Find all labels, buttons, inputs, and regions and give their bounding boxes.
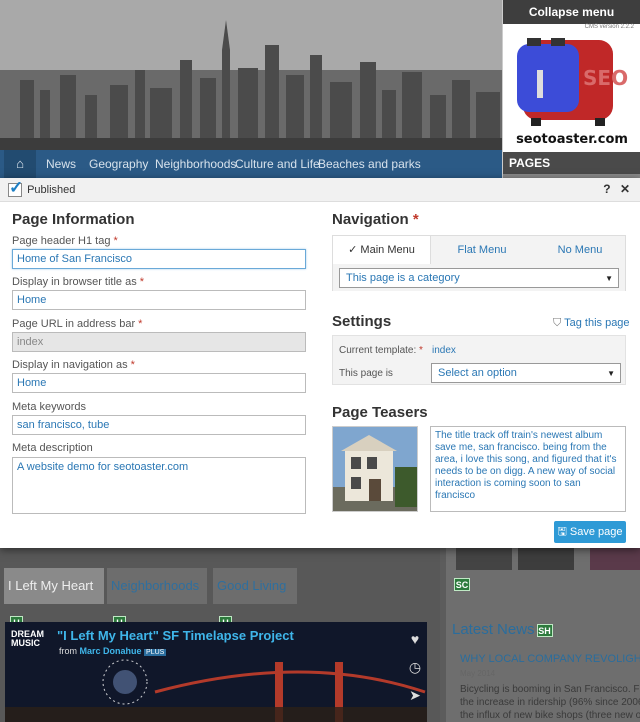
settings-panel: Current template: * index This page is S…: [332, 335, 626, 385]
tab-flat-menu[interactable]: Flat Menu: [433, 236, 531, 264]
h1-input[interactable]: Home of San Francisco: [12, 249, 306, 269]
modal-toolbar: Published ? ✕: [0, 178, 640, 202]
published-checkbox[interactable]: [8, 178, 23, 198]
sh-badge: SH: [536, 623, 553, 637]
tab-main-menu[interactable]: ✓ Main Menu: [333, 236, 431, 265]
send-icon[interactable]: ➤: [402, 682, 427, 708]
keywords-input[interactable]: san francisco, tube: [12, 415, 306, 435]
help-icon[interactable]: ?: [603, 182, 610, 196]
template-label: Current template: *: [339, 345, 423, 356]
page-type-select[interactable]: Select an option ▼: [431, 363, 621, 383]
chevron-down-icon: ▼: [607, 369, 615, 378]
gallery-thumb[interactable]: [518, 548, 574, 570]
browser-title-input[interactable]: Home: [12, 290, 306, 310]
tag-page-link[interactable]: ⛉ Tag this page: [553, 317, 630, 330]
brand-logo-text: seotoaster.com: [516, 132, 628, 147]
nav-item-geography[interactable]: Geography: [89, 150, 148, 178]
teaser-textarea[interactable]: The title track off train's newest album…: [430, 426, 626, 512]
video-author[interactable]: Marc Donahue: [80, 646, 142, 656]
nav-item-beaches[interactable]: Beaches and parks: [318, 150, 421, 178]
news-date: May 2014: [460, 669, 496, 678]
url-input[interactable]: index: [12, 332, 306, 352]
description-label: Meta description: [12, 442, 93, 454]
city-skyline-image: [0, 0, 505, 150]
this-page-label: This page is: [339, 368, 393, 379]
clock-icon[interactable]: ◷: [402, 654, 427, 680]
menu-tabs: ✓ Main Menu Flat Menu No Menu This page …: [332, 235, 626, 291]
page-teasers-title: Page Teasers: [332, 404, 428, 421]
url-label: Page URL in address bar *: [12, 318, 143, 330]
tab-no-menu[interactable]: No Menu: [533, 236, 627, 264]
category-select[interactable]: This page is a category ▼: [339, 268, 619, 288]
h1-label: Page header H1 tag *: [12, 235, 118, 247]
latest-news-label: Latest News: [452, 621, 535, 638]
published-toggle[interactable]: Published: [8, 178, 76, 200]
tab-good-living[interactable]: Good LivingH: [213, 568, 297, 630]
close-icon[interactable]: ✕: [620, 182, 630, 196]
news-body-line: the increase in ridership (96% since 200…: [460, 697, 640, 708]
description-textarea[interactable]: A website demo for seotoaster.com: [12, 457, 306, 514]
house-photo: [333, 427, 417, 511]
tab-label: I Left My Heart: [8, 578, 94, 593]
settings-title: Settings: [332, 313, 392, 330]
news-body-line: the influx of new bike shops (three new …: [460, 710, 640, 721]
home-icon[interactable]: ⌂: [4, 150, 36, 178]
browser-title-label: Display in browser title as *: [12, 276, 145, 288]
toaster-logo-image: SEO: [517, 38, 628, 126]
tab-label: Good Living: [217, 578, 287, 593]
published-label: Published: [27, 184, 76, 196]
dream-music-logo: DREAM MUSIC: [11, 629, 44, 648]
navigation-title: Navigation *: [332, 211, 419, 228]
page-settings-modal: Published ? ✕ Page Information Page head…: [0, 178, 640, 548]
keywords-label: Meta keywords: [12, 401, 86, 413]
template-value[interactable]: index: [432, 345, 456, 356]
plus-badge: PLUS: [144, 649, 167, 656]
admin-panel: Collapse menu CMS version 2.2.2 SEO seot…: [502, 0, 640, 178]
video-byline: from Marc Donahue PLUS: [59, 646, 167, 656]
pages-section-header[interactable]: PAGES: [503, 152, 640, 178]
svg-text:SEO: SEO: [583, 66, 628, 90]
nav-item-neighborhoods[interactable]: Neighborhoods: [155, 150, 236, 178]
save-icon: 🖫: [557, 526, 567, 538]
tab-i-left-my-heart[interactable]: I Left My HeartH: [4, 568, 104, 630]
collapse-menu-button[interactable]: Collapse menu: [503, 0, 640, 24]
nav-item-news[interactable]: News: [46, 150, 76, 178]
gallery-thumb[interactable]: [590, 548, 640, 570]
chevron-down-icon: ▼: [605, 274, 613, 283]
video-player[interactable]: DREAM MUSIC "I Left My Heart" SF Timelap…: [5, 622, 427, 722]
heart-icon[interactable]: ♥: [402, 626, 427, 652]
latest-news-title: Latest News SH: [452, 621, 553, 638]
page-information-title: Page Information: [12, 211, 135, 228]
video-from: from: [59, 646, 77, 656]
tab-neighborhoods[interactable]: NeighborhoodsH: [107, 568, 207, 630]
nav-item-culture[interactable]: Culture and Life: [235, 150, 320, 178]
news-body-line: Bicycling is booming in San Francisco. F…: [460, 684, 640, 695]
tab-label: Neighborhoods: [111, 578, 200, 593]
check-circle-icon: ✓: [348, 244, 358, 256]
nav-label: Display in navigation as *: [12, 359, 135, 371]
sc-badge: SC: [454, 578, 470, 591]
gallery-thumb[interactable]: [456, 548, 512, 570]
news-body: Bicycling is booming in San Francisco. F…: [460, 683, 640, 722]
save-page-button[interactable]: 🖫 Save page: [554, 521, 626, 543]
teaser-image[interactable]: [332, 426, 418, 512]
news-headline[interactable]: WHY LOCAL COMPANY REVOLIGHTS ...: [460, 653, 640, 665]
video-title[interactable]: "I Left My Heart" SF Timelapse Project: [57, 628, 294, 643]
tag-icon: ⛉: [553, 317, 562, 329]
nav-input[interactable]: Home: [12, 373, 306, 393]
